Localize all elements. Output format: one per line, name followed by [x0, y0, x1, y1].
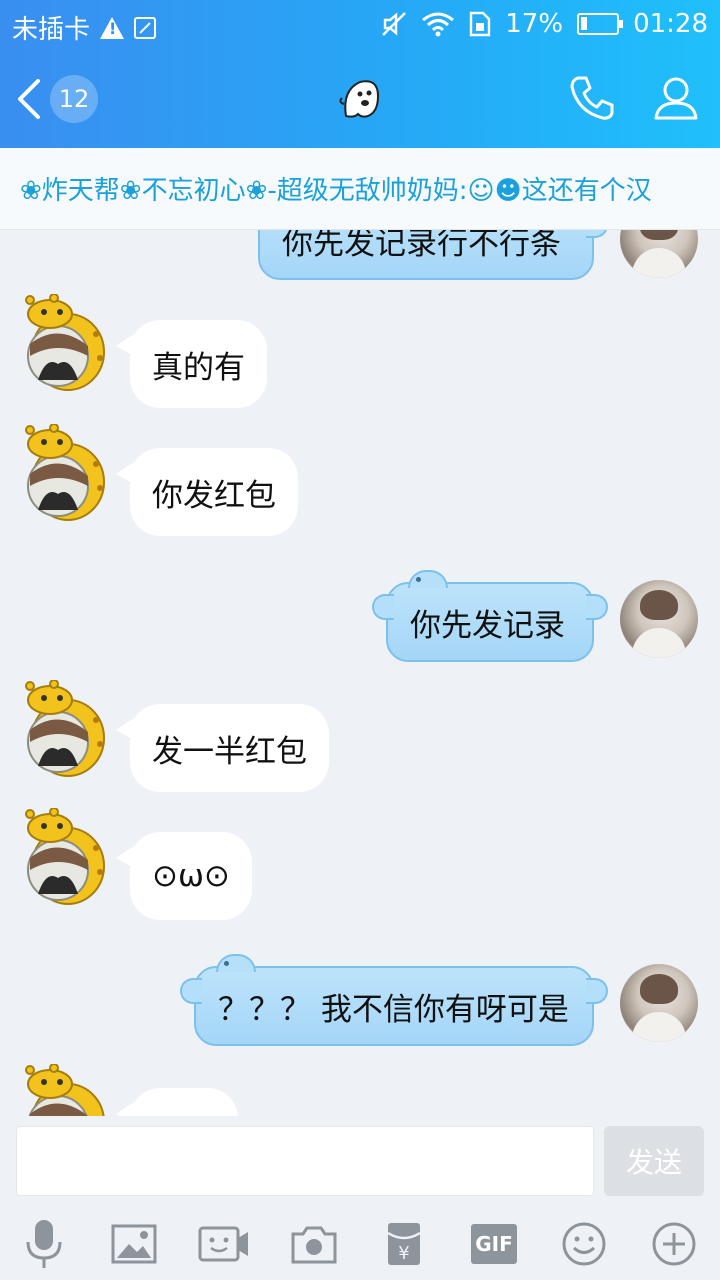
- warning-icon: [100, 16, 125, 39]
- my-avatar[interactable]: [620, 964, 698, 1042]
- phone-icon[interactable]: [566, 72, 618, 124]
- unread-badge: 12: [50, 75, 98, 123]
- battery-fill: [581, 17, 588, 30]
- my-avatar[interactable]: [620, 580, 698, 658]
- bubble-decoration: [216, 954, 256, 972]
- red-packet-button[interactable]: ¥: [374, 1214, 434, 1274]
- emoji-button[interactable]: [554, 1214, 614, 1274]
- incoming-message[interactable]: ⊙ω⊙: [116, 832, 252, 920]
- clock: 01:28: [633, 9, 708, 39]
- plus-icon: [652, 1222, 696, 1266]
- back-button[interactable]: 12: [14, 74, 110, 124]
- top-bar: 未插卡 17% 01:28: [0, 0, 720, 148]
- bubble-tail: [586, 978, 608, 1004]
- status-bar: 未插卡 17% 01:28: [0, 0, 720, 50]
- bubble-decoration: [408, 570, 448, 588]
- voice-button[interactable]: [14, 1214, 74, 1274]
- chat-area[interactable]: 你先发记录行不行条 真的有 你发红包 你先发记录 发一半红包 ⊙ω⊙ ？？？ 我…: [0, 230, 720, 1116]
- message-text: 你先发记录行不行条: [282, 230, 561, 262]
- battery-icon: [577, 13, 624, 35]
- screenshot-icon: [134, 16, 157, 39]
- input-bar: 发送: [0, 1116, 720, 1210]
- message-text: 真的有: [152, 349, 245, 386]
- message-text: ⊙ω⊙: [152, 858, 230, 894]
- outgoing-message[interactable]: 你先发记录行不行条: [258, 230, 608, 280]
- bubble-tail: [372, 594, 394, 620]
- gif-icon: GIF: [471, 1224, 517, 1264]
- carrier-label: 未插卡: [12, 15, 91, 45]
- gif-button[interactable]: GIF: [464, 1214, 524, 1274]
- bubble-tail: [180, 978, 202, 1004]
- incoming-message[interactable]: 真的有: [116, 320, 267, 408]
- ghost-icon[interactable]: [338, 76, 384, 120]
- my-avatar[interactable]: [620, 230, 698, 278]
- more-button[interactable]: [644, 1214, 704, 1274]
- back-chevron-icon: [18, 79, 40, 119]
- message-text: 你发红包: [152, 477, 276, 514]
- battery-percent: 17%: [505, 9, 564, 39]
- wifi-icon: [422, 12, 455, 37]
- incoming-message[interactable]: 你发红包: [116, 448, 298, 536]
- friend-avatar[interactable]: [16, 808, 108, 908]
- camera-button[interactable]: [284, 1214, 344, 1274]
- title-row: 12: [0, 50, 720, 148]
- emoji-icon: [562, 1222, 606, 1266]
- friend-avatar[interactable]: [16, 424, 108, 524]
- send-button[interactable]: 发送: [604, 1126, 704, 1196]
- profile-icon[interactable]: [650, 72, 702, 124]
- outgoing-message[interactable]: ？？？ 我不信你有呀可是: [180, 954, 608, 1046]
- video-call-icon: [198, 1226, 248, 1262]
- toolbar: ¥ GIF: [0, 1210, 720, 1280]
- incoming-message[interactable]: [116, 1088, 238, 1116]
- mute-icon: [382, 12, 407, 36]
- group-announcement-banner[interactable]: ❀炸天帮❀不忘初心❀-超级无敌帅奶妈:☺☻这还有个汉: [0, 148, 720, 230]
- sim-icon: [470, 11, 491, 37]
- banner-text: ❀炸天帮❀不忘初心❀-超级无敌帅奶妈:☺☻这还有个汉: [20, 176, 652, 206]
- image-button[interactable]: [104, 1214, 164, 1274]
- bubble-tail: [586, 594, 608, 620]
- friend-avatar[interactable]: [16, 1064, 108, 1116]
- incoming-message[interactable]: 发一半红包: [116, 704, 329, 792]
- message-text: ？？？ 我不信你有呀可是: [218, 991, 569, 1028]
- video-call-button[interactable]: [194, 1214, 254, 1274]
- outgoing-message[interactable]: 你先发记录: [372, 570, 608, 662]
- message-text: 发一半红包: [152, 733, 307, 770]
- image-icon: [111, 1224, 157, 1264]
- svg-text:¥: ¥: [398, 1243, 409, 1264]
- friend-avatar[interactable]: [16, 294, 108, 394]
- friend-avatar[interactable]: [16, 680, 108, 780]
- camera-icon: [291, 1226, 337, 1264]
- message-input[interactable]: [16, 1126, 594, 1196]
- message-text: 你先发记录: [410, 607, 565, 644]
- bubble-tail: [586, 230, 608, 238]
- red-packet-icon: ¥: [387, 1223, 421, 1265]
- microphone-icon: [26, 1220, 62, 1268]
